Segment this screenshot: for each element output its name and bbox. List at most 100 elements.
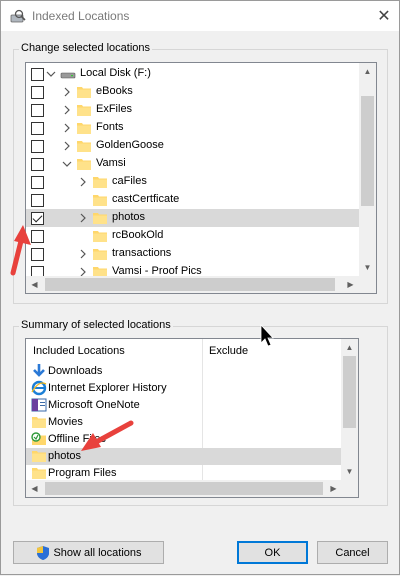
folder-icon bbox=[32, 417, 46, 428]
tree-item-checkbox[interactable] bbox=[31, 122, 44, 135]
tree-item-label: ExFiles bbox=[96, 103, 133, 115]
summary-column-header: Included Locations Exclude bbox=[26, 339, 358, 361]
tree-item-label: transactions bbox=[112, 247, 172, 259]
summary-scroll-left-arrow-icon[interactable]: ◀ bbox=[26, 480, 43, 497]
tree-item[interactable]: Vamsi bbox=[26, 155, 359, 173]
folder-icon bbox=[93, 249, 107, 260]
download-arrow-icon bbox=[33, 364, 45, 377]
tree-item[interactable]: transactions bbox=[26, 245, 359, 263]
folder-icon bbox=[77, 159, 91, 170]
hscroll-thumb[interactable] bbox=[45, 278, 335, 291]
column-included-locations[interactable]: Included Locations bbox=[33, 345, 125, 357]
close-icon: ✕ bbox=[377, 8, 391, 25]
tree-item[interactable]: rcBookOld bbox=[26, 227, 359, 245]
chevron-right-icon[interactable] bbox=[62, 122, 72, 134]
indexing-options-icon bbox=[10, 9, 26, 23]
tree-vertical-scrollbar[interactable]: ▲ ▼ bbox=[359, 63, 376, 276]
onenote-icon bbox=[31, 398, 47, 412]
chevron-right-icon[interactable] bbox=[62, 86, 72, 98]
folder-icon bbox=[77, 123, 91, 134]
chevron-right-icon[interactable] bbox=[62, 140, 72, 152]
cancel-label: Cancel bbox=[335, 546, 370, 559]
chevron-right-icon[interactable] bbox=[78, 212, 88, 224]
tree-item-checkbox[interactable] bbox=[31, 158, 44, 171]
title-bar: Indexed Locations ✕ bbox=[1, 1, 399, 31]
tree-item[interactable]: caFiles bbox=[26, 173, 359, 191]
tree-item-checkbox[interactable] bbox=[31, 176, 44, 189]
close-button[interactable]: ✕ bbox=[369, 1, 399, 31]
column-exclude[interactable]: Exclude bbox=[209, 345, 248, 357]
tree-horizontal-scrollbar[interactable]: ◀ ▶ bbox=[26, 276, 376, 293]
chevron-right-icon[interactable] bbox=[78, 248, 88, 260]
folder-icon bbox=[93, 177, 107, 188]
summary-hscroll-thumb[interactable] bbox=[45, 482, 323, 495]
scroll-right-arrow-icon[interactable]: ▶ bbox=[342, 276, 359, 293]
tree-item[interactable]: GoldenGoose bbox=[26, 137, 359, 155]
tree-item-label: Fonts bbox=[96, 121, 124, 133]
summary-scroll-thumb[interactable] bbox=[343, 356, 356, 428]
summary-list-item[interactable]: Internet Explorer History bbox=[26, 380, 341, 397]
uac-shield-icon bbox=[37, 545, 50, 560]
tree-item-checkbox[interactable] bbox=[31, 212, 44, 225]
summary-list-item[interactable]: Offline Files bbox=[26, 431, 341, 448]
tree-item-label: Local Disk (F:) bbox=[80, 67, 151, 79]
chevron-right-icon[interactable] bbox=[62, 104, 72, 116]
tree-item-label: caFiles bbox=[112, 175, 147, 187]
summary-scroll-down-arrow-icon[interactable]: ▼ bbox=[341, 463, 358, 480]
tree-item-checkbox[interactable] bbox=[31, 248, 44, 261]
tree-item[interactable]: Local Disk (F:) bbox=[26, 65, 359, 83]
summary-item-label: photos bbox=[48, 450, 82, 462]
tree-item-checkbox[interactable] bbox=[31, 140, 44, 153]
folder-icon bbox=[93, 213, 107, 224]
tree-item-label: rcBookOld bbox=[112, 229, 164, 241]
summary-list[interactable]: Included Locations Exclude Downloads Inte… bbox=[25, 338, 359, 498]
tree-item-checkbox[interactable] bbox=[31, 194, 44, 207]
window-title: Indexed Locations bbox=[32, 9, 130, 23]
summary-group-label: Summary of selected locations bbox=[19, 319, 173, 331]
summary-item-label: Microsoft OneNote bbox=[48, 399, 140, 411]
tree-item[interactable]: eBooks bbox=[26, 83, 359, 101]
scroll-up-arrow-icon[interactable]: ▲ bbox=[359, 63, 376, 80]
tree-item[interactable]: ExFiles bbox=[26, 101, 359, 119]
summary-vertical-scrollbar[interactable]: ▲ ▼ bbox=[341, 339, 358, 480]
tree-item-checkbox[interactable] bbox=[31, 230, 44, 243]
internet-explorer-icon bbox=[31, 380, 47, 396]
tree-item-label: Vamsi bbox=[96, 157, 126, 169]
tree-item[interactable]: castCertficate bbox=[26, 191, 359, 209]
summary-scroll-up-arrow-icon[interactable]: ▲ bbox=[341, 339, 358, 356]
tree-item-checkbox[interactable] bbox=[31, 104, 44, 117]
locations-tree[interactable]: Local Disk (F:) eBooks ExFiles Fonts GoldenG… bbox=[25, 62, 377, 294]
show-all-locations-button[interactable]: Show all locations bbox=[13, 541, 164, 564]
tree-item-label: photos bbox=[112, 211, 146, 223]
summary-scroll-right-arrow-icon[interactable]: ▶ bbox=[325, 480, 342, 497]
scroll-down-arrow-icon[interactable]: ▼ bbox=[359, 259, 376, 276]
summary-list-item[interactable]: Microsoft OneNote bbox=[26, 397, 341, 414]
ok-button[interactable]: OK bbox=[237, 541, 308, 564]
tree-item-label: GoldenGoose bbox=[96, 139, 164, 151]
chevron-down-icon[interactable] bbox=[46, 68, 56, 80]
summary-item-label: Downloads bbox=[48, 365, 103, 377]
folder-icon bbox=[32, 451, 46, 462]
summary-list-item[interactable]: photos bbox=[26, 448, 341, 465]
tree-item-label: eBooks bbox=[96, 85, 133, 97]
tree-item[interactable]: Fonts bbox=[26, 119, 359, 137]
tree-item[interactable]: photos bbox=[26, 209, 359, 227]
ok-label: OK bbox=[264, 546, 281, 559]
show-all-locations-label: Show all locations bbox=[53, 546, 142, 559]
scroll-left-arrow-icon[interactable]: ◀ bbox=[26, 276, 43, 293]
folder-icon bbox=[93, 231, 107, 242]
folder-icon bbox=[32, 468, 46, 479]
chevron-down-icon[interactable] bbox=[62, 158, 72, 170]
summary-list-item[interactable]: Downloads bbox=[26, 363, 341, 380]
summary-list-item[interactable]: Movies bbox=[26, 414, 341, 431]
cancel-button[interactable]: Cancel bbox=[317, 541, 388, 564]
summary-item-label: Program Files bbox=[48, 467, 117, 479]
tree-item-checkbox[interactable] bbox=[31, 86, 44, 99]
chevron-right-icon[interactable] bbox=[78, 176, 88, 188]
change-group-label: Change selected locations bbox=[19, 42, 153, 54]
scroll-thumb[interactable] bbox=[361, 96, 374, 206]
tree-item-checkbox[interactable] bbox=[31, 68, 44, 81]
folder-icon bbox=[93, 195, 107, 206]
summary-horizontal-scrollbar[interactable]: ◀ ▶ bbox=[26, 480, 358, 497]
folder-icon bbox=[77, 141, 91, 152]
